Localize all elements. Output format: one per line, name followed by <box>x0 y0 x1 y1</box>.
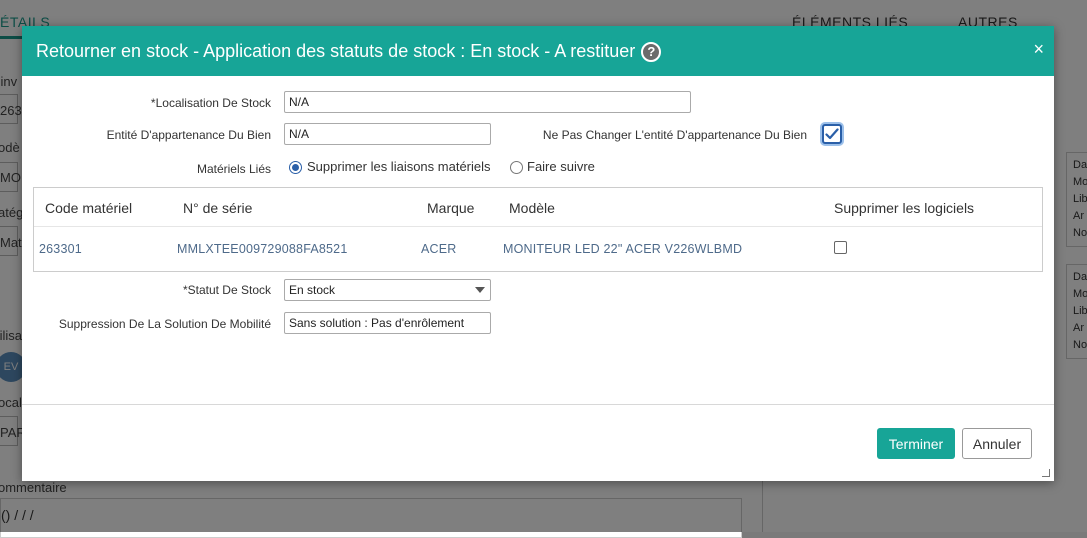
annuler-button[interactable]: Annuler <box>962 428 1032 459</box>
column-header-serie[interactable]: N° de série <box>183 200 252 216</box>
materiels-table: Code matériel N° de série Marque Modèle … <box>33 187 1043 272</box>
cell-marque: ACER <box>421 242 457 256</box>
localisation-input[interactable] <box>284 91 691 113</box>
terminer-button[interactable]: Terminer <box>877 428 955 459</box>
ne-pas-changer-label: Ne Pas Changer L'entité D'appartenance D… <box>542 128 807 142</box>
chevron-down-icon <box>475 287 485 293</box>
radio-faire-suivre[interactable] <box>510 161 523 174</box>
radio-supprimer-liaisons[interactable] <box>289 161 302 174</box>
cell-code: 263301 <box>39 242 82 256</box>
help-icon[interactable]: ? <box>641 41 662 62</box>
suppression-mobilite-input[interactable] <box>284 312 491 334</box>
return-to-stock-dialog: Retourner en stock - Application des sta… <box>22 26 1054 481</box>
close-icon[interactable]: × <box>1033 39 1044 60</box>
statut-selected-value: En stock <box>289 283 336 297</box>
footer-divider <box>22 404 1054 405</box>
column-header-code[interactable]: Code matériel <box>45 200 132 216</box>
column-header-modele[interactable]: Modèle <box>509 200 555 216</box>
dialog-title: Retourner en stock - Application des sta… <box>36 40 636 61</box>
radio-faire-suivre-label[interactable]: Faire suivre <box>527 159 595 174</box>
statut-select[interactable]: En stock <box>284 279 491 301</box>
radio-supprimer-liaisons-label[interactable]: Supprimer les liaisons matériels <box>307 159 491 174</box>
column-header-marque[interactable]: Marque <box>427 200 474 216</box>
checkmark-icon <box>825 128 839 140</box>
ne-pas-changer-checkbox[interactable] <box>822 124 842 144</box>
cell-modele: MONITEUR LED 22" ACER V226WLBMD <box>503 242 743 256</box>
entite-input[interactable] <box>284 123 491 145</box>
cell-serie: MMLXTEE009729088FA8521 <box>177 242 348 256</box>
resize-handle[interactable] <box>1042 469 1050 477</box>
materiels-lies-label: Matériels Liés <box>196 162 271 176</box>
table-header-divider <box>34 226 1042 227</box>
column-header-supprimer-logiciels[interactable]: Supprimer les logiciels <box>834 200 974 216</box>
statut-label: *Statut De Stock <box>182 283 271 297</box>
supprimer-logiciels-checkbox[interactable] <box>834 241 847 254</box>
localisation-label: *Localisation De Stock <box>150 96 271 110</box>
dialog-header: Retourner en stock - Application des sta… <box>22 26 1054 76</box>
suppression-mobilite-label: Suppression De La Solution De Mobilité <box>58 317 271 331</box>
entite-label: Entité D'appartenance Du Bien <box>106 128 271 142</box>
